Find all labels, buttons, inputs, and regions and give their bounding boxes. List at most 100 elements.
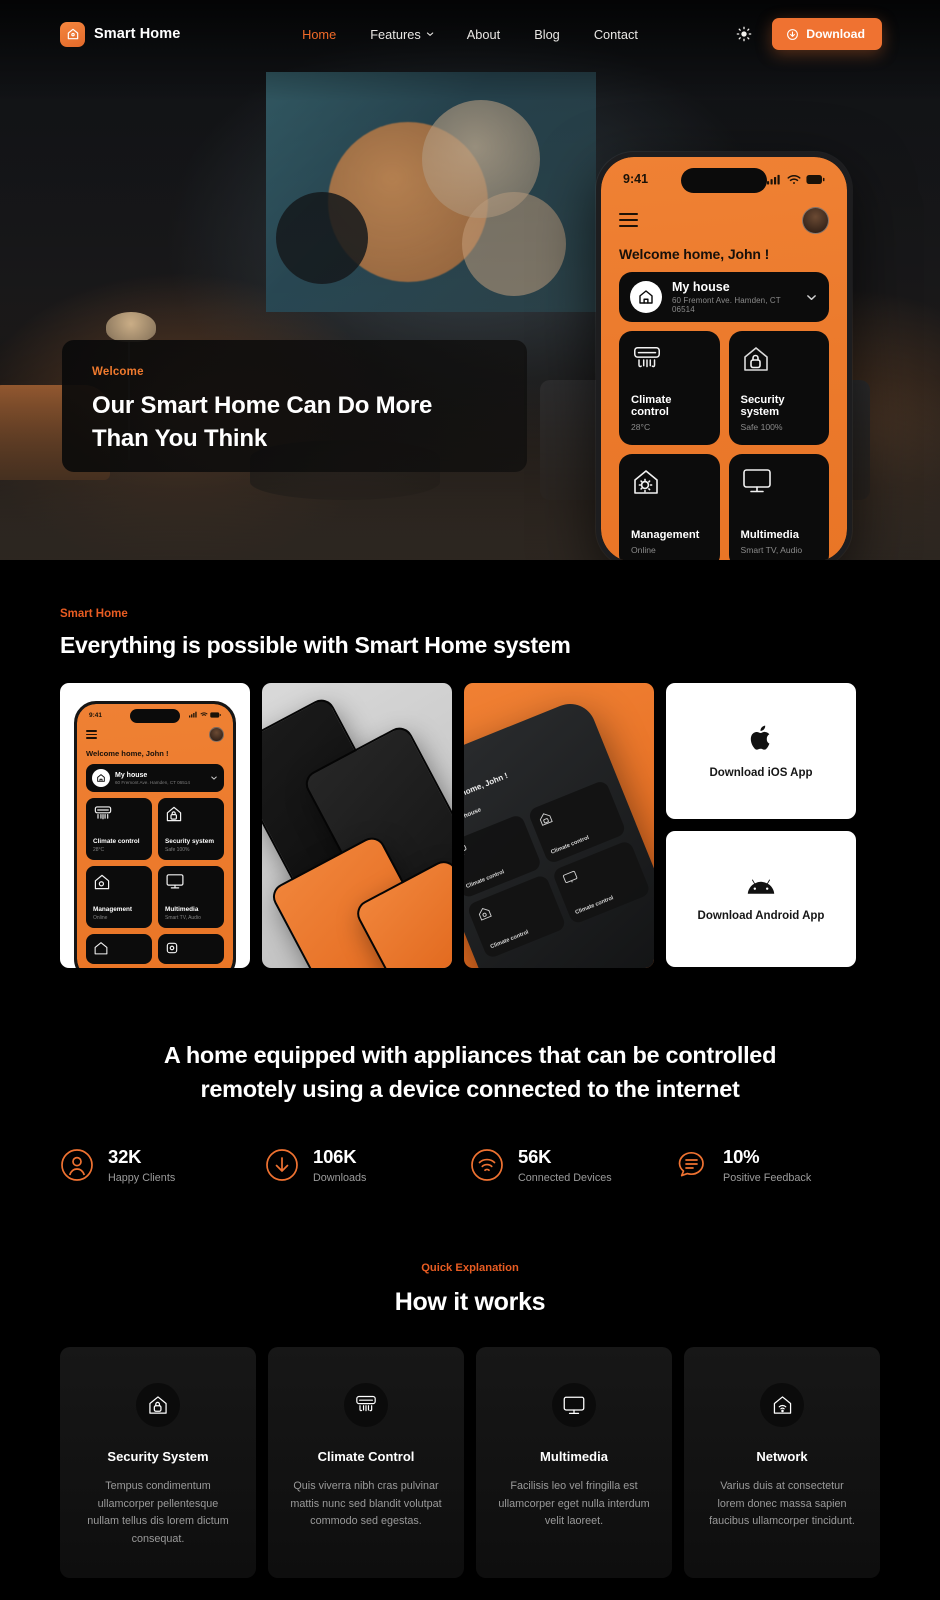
mini-status-indicators — [189, 711, 221, 720]
wifi-house-icon — [93, 941, 145, 957]
monitor-icon — [741, 467, 818, 511]
house-selector-card[interactable]: My house 60 Fremont Ave. Hamden, CT 0651… — [619, 272, 829, 322]
sun-icon[interactable] — [735, 25, 753, 43]
nav-link-about-label: About — [466, 26, 501, 42]
nav-link-contact-label: Contact — [593, 26, 638, 42]
how-card-climate-control[interactable]: Climate Control Quis viverra nibh cras p… — [268, 1347, 464, 1579]
mini-phone-notch — [130, 709, 180, 723]
brand-logo[interactable]: Smart Home — [60, 21, 180, 47]
tile-subtitle: Online — [631, 545, 656, 555]
how-card-title: Multimedia — [540, 1449, 608, 1465]
nav-link-home[interactable]: Home — [302, 27, 336, 42]
how-card-body: Tempus condimentum ullamcorper pellentes… — [87, 1480, 229, 1545]
cellular-signal-icon — [189, 711, 197, 717]
how-card-body: Varius duis at consectetur lorem donec m… — [709, 1480, 855, 1528]
navbar-actions: Download — [735, 18, 882, 50]
mini-phone-mockup: 9:41 Welcome home, John ! My house 60 Fr… — [74, 701, 236, 968]
apple-icon — [749, 723, 774, 753]
house-gear-icon — [478, 908, 492, 921]
battery-icon — [210, 711, 221, 718]
mini-tile-management: Management Online — [86, 866, 152, 928]
how-card-body: Facilisis leo vel fringilla est ullamcor… — [498, 1480, 650, 1528]
user-avatar[interactable] — [802, 206, 829, 234]
features-eyebrow: Smart Home — [60, 608, 128, 620]
download-circle-icon — [265, 1148, 299, 1182]
stats-headline-line2: remotely using a device connected to the… — [200, 1076, 740, 1103]
hamburger-menu-icon[interactable] — [619, 212, 638, 228]
nav-links: Home Features About Blog Contact — [302, 27, 638, 42]
stats-headline: A home equipped with appliances that can… — [160, 1038, 780, 1106]
mini-tile-sub: Online — [93, 915, 108, 921]
gallery-card-app-screenshot[interactable]: 9:41 Welcome home, John ! My house 60 Fr… — [60, 683, 250, 968]
hero-caption-card: Welcome Our Smart Home Can Do More Than … — [62, 340, 527, 472]
nav-link-blog[interactable]: Blog — [534, 27, 560, 42]
stat-happy-clients: 32K Happy Clients — [60, 1146, 265, 1184]
stat-connected-devices: 56K Connected Devices — [470, 1146, 675, 1184]
mini-tile-multimedia: Multimedia Smart TV, Audio — [158, 866, 224, 928]
download-android-label: Download Android App — [697, 909, 825, 922]
nav-link-about[interactable]: About — [467, 27, 500, 42]
mini-house-name: My house — [115, 771, 148, 779]
stat-downloads: 106K Downloads — [265, 1146, 470, 1184]
mini-tile-extra-a — [86, 934, 152, 964]
house-lock-icon — [136, 1383, 180, 1428]
android-icon — [746, 877, 776, 896]
tile-climate-control[interactable]: Climate control 28°C — [619, 331, 720, 445]
stat-positive-feedback: 10% Positive Feedback — [675, 1146, 880, 1184]
wifi-icon — [200, 711, 208, 716]
gallery-card-orange-phone[interactable]: Welcome home, John ! My house Climate co… — [464, 683, 654, 968]
wifi-circle-icon — [470, 1148, 504, 1182]
hero-eyebrow: Welcome — [92, 366, 144, 378]
download-button[interactable]: Download — [772, 18, 882, 50]
mini-tile-title: Security system — [165, 838, 215, 845]
phone-greeting: Welcome home, John ! — [619, 246, 770, 262]
how-card-body: Quis viverra nibh cras pulvinar mattis n… — [290, 1480, 442, 1528]
download-ios-label: Download iOS App — [709, 767, 813, 779]
tile-security-system[interactable]: Security system Safe 100% — [728, 331, 829, 445]
how-card-network[interactable]: Network Varius duis at consectetur lorem… — [684, 1347, 880, 1579]
mini-tile-grid: Climate control 28°C Security system Saf… — [86, 798, 224, 964]
house-icon — [630, 281, 662, 313]
tile-subtitle: 28°C — [631, 422, 651, 432]
tile-multimedia[interactable]: Multimedia Smart TV, Audio — [728, 454, 829, 560]
dark-tile-title: Climate control — [574, 895, 615, 916]
mini-tile-sub: Smart TV, Audio — [165, 915, 201, 921]
hero-phone-mockup: 9:41 Welcome home, John ! My house 60 Fr… — [596, 152, 852, 560]
stat-label: Positive Feedback — [723, 1172, 812, 1185]
download-android-card[interactable]: Download Android App — [666, 831, 856, 967]
dark-phone-mockup: Welcome home, John ! My house Climate co… — [464, 696, 654, 968]
how-card-security-system[interactable]: Security System Tempus condimentum ullam… — [60, 1347, 256, 1579]
gallery-card-tilted-phones[interactable] — [262, 683, 452, 968]
house-lock-icon — [165, 805, 217, 829]
download-ios-card[interactable]: Download iOS App — [666, 683, 856, 819]
download-circle-icon — [786, 28, 799, 41]
house-icon — [92, 769, 110, 787]
how-card-title: Climate Control — [317, 1449, 415, 1465]
how-card-multimedia[interactable]: Multimedia Facilisis leo vel fringilla e… — [476, 1347, 672, 1579]
wifi-house-icon — [760, 1383, 804, 1428]
nav-link-blog-label: Blog — [534, 26, 560, 42]
tile-title: Climate control — [631, 394, 672, 418]
how-card-title: Security System — [107, 1449, 209, 1465]
nav-link-features[interactable]: Features — [370, 27, 433, 42]
nav-link-contact[interactable]: Contact — [594, 27, 638, 42]
chevron-down-icon[interactable] — [805, 291, 818, 304]
phone-app-topbar — [619, 205, 829, 235]
how-cards-grid: Security System Tempus condimentum ullam… — [60, 1347, 880, 1579]
stat-label: Connected Devices — [518, 1172, 612, 1185]
main-navbar: Smart Home Home Features About Blog Cont… — [0, 0, 940, 68]
stat-value: 10% — [723, 1146, 760, 1168]
mini-tile-title: Management — [93, 906, 133, 913]
tile-management[interactable]: Management Online — [619, 454, 720, 560]
tile-title: Security system — [740, 394, 785, 418]
phone-status-time: 9:41 — [623, 172, 649, 186]
tile-subtitle: Smart TV, Audio — [740, 545, 803, 555]
how-card-title: Network — [756, 1449, 808, 1465]
mini-phone-screen: 9:41 Welcome home, John ! My house 60 Fr… — [77, 704, 233, 968]
house-lock-icon — [741, 344, 818, 388]
air-conditioner-icon — [464, 845, 467, 858]
stat-value: 106K — [313, 1146, 357, 1168]
monitor-icon — [165, 873, 217, 897]
hamburger-menu-icon — [86, 730, 97, 739]
stat-value: 56K — [518, 1146, 552, 1168]
